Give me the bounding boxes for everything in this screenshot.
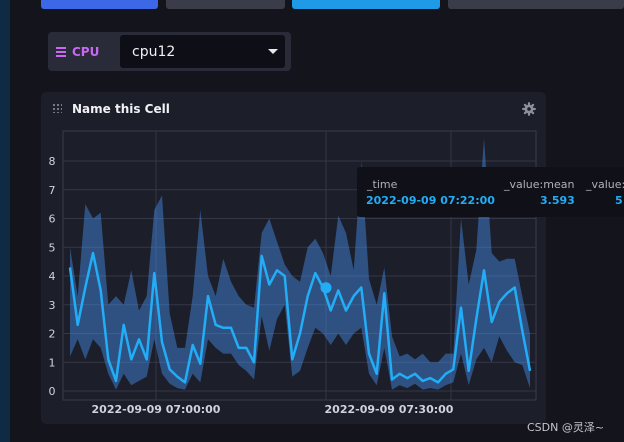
tooltip-header-mean: _value:mean	[504, 178, 575, 191]
y-tick-label: 3	[49, 299, 56, 312]
y-tick-label: 0	[49, 385, 56, 398]
line-chart: 0 1 2 3 4 5 6 7 8 2022-09-09 07:00:00 2022-09-09 0…	[49, 130, 537, 416]
x-tick-label: 2022-09-09 07:30:00	[325, 403, 454, 416]
hover-tooltip: _time 2022-09-09 07:22:00 _value:mean 3.…	[357, 167, 624, 217]
y-tick-label: 6	[49, 213, 56, 226]
y-tick-label: 2	[49, 328, 56, 341]
tooltip-value-value: 5	[615, 194, 623, 207]
y-tick-label: 7	[49, 184, 56, 197]
y-tick-label: 1	[49, 356, 56, 369]
y-tick-label: 4	[49, 270, 56, 283]
x-tick-label: 2022-09-09 07:00:00	[92, 403, 221, 416]
y-tick-label: 5	[49, 241, 56, 254]
tooltip-value-time: 2022-09-09 07:22:00	[366, 194, 495, 207]
tooltip-header-time: _time	[367, 178, 398, 191]
tooltip-value-mean: 3.593	[540, 194, 575, 207]
watermark: CSDN @灵泽~	[527, 421, 605, 434]
y-tick-label: 8	[49, 155, 56, 168]
hover-point	[320, 282, 332, 294]
tooltip-header-value: _value:	[586, 178, 624, 191]
